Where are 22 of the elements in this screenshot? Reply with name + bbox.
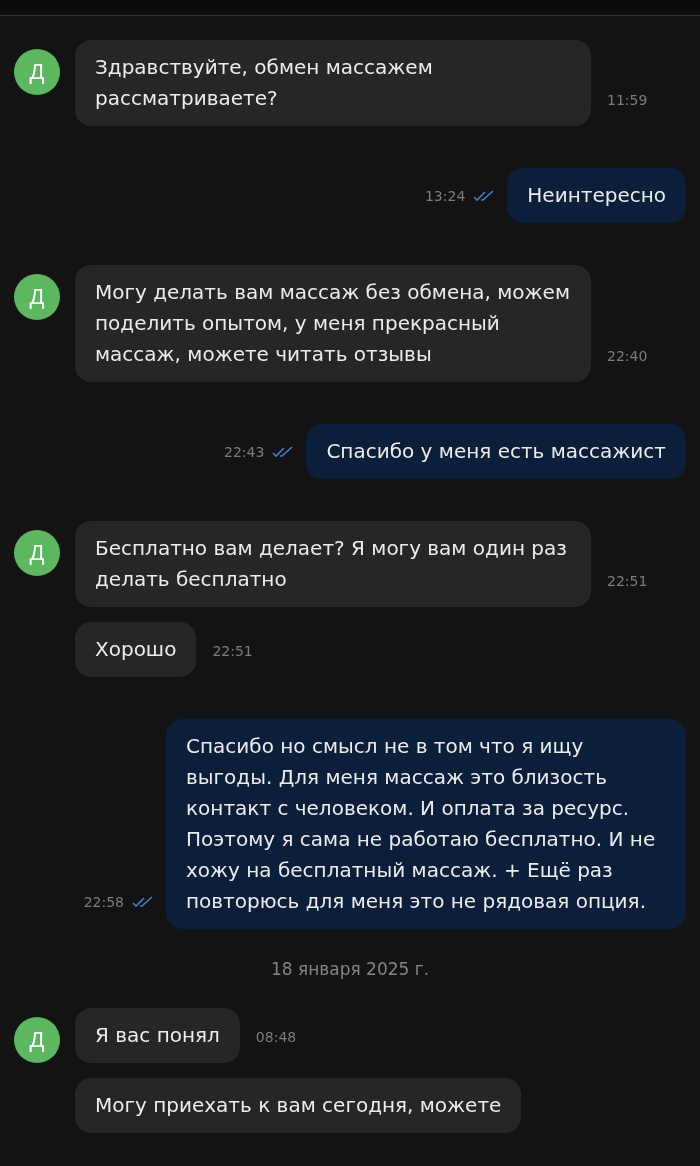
message-bubble: Могу делать вам массаж без обмена, можем поделить опытом, у меня прекрасный массаж, можете читать отзывы [75,265,591,382]
message-bubble: Здравствуйте, обмен массажем рассматриваете? [75,40,591,126]
avatar: Д [14,530,60,576]
date-label: 18 января 2025 г. [270,959,430,979]
message-time: 22:43 [224,444,265,460]
message-bubble: Я вас понял [75,1008,240,1063]
avatar: Д [14,274,60,320]
message-bubble: Могу приехать к вам сегодня, можете [75,1078,522,1133]
message-bubble: Спасибо у меня есть массажист [306,424,686,479]
message-bubble: Бесплатно вам делает? Я могу вам один раз делать бесплатно [75,521,591,607]
message-time: 11:59 [607,92,648,108]
message-time: 08:48 [255,1029,297,1045]
message-time: 13:24 [424,188,466,204]
message-time: 22:40 [607,348,648,364]
message-time: 22:51 [212,643,253,659]
avatar: Д [14,49,60,95]
message-time: 22:58 [83,894,124,910]
message-bubble: Неинтересно [507,168,686,223]
message-bubble: Хорошо [75,622,197,677]
avatar: Д [14,1017,60,1063]
message-bubble: Спасибо но смысл не в том что я ищу выгоды. Для меня массаж это близость контакт с человеком. И оплата за ресурс. Поэтому я сама не работаю бесплатно. И не хожу на бесплатный массаж. + Ещё раз повторюсь для меня это не рядовая опция. [166,719,686,929]
message-time: 22:51 [607,573,648,589]
